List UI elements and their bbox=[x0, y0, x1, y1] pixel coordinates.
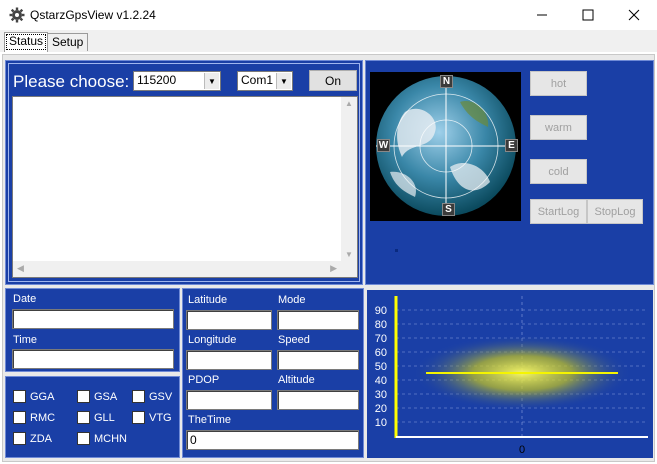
minimize-button[interactable] bbox=[519, 0, 565, 30]
gll-checkbox[interactable]: GLL bbox=[77, 411, 115, 424]
scroll-up-icon: ▲ bbox=[345, 99, 353, 108]
time-field[interactable] bbox=[12, 349, 174, 369]
gsa-checkbox[interactable]: GSA bbox=[77, 390, 117, 403]
window-title: QstarzGpsView v1.2.24 bbox=[30, 8, 156, 22]
y-tick-label: 80 bbox=[375, 319, 387, 331]
mchn-checkbox[interactable]: MCHN bbox=[77, 432, 127, 445]
latitude-label: Latitude bbox=[188, 294, 228, 306]
scroll-right-icon: ▶ bbox=[330, 263, 337, 273]
y-tick-label: 90 bbox=[375, 305, 387, 317]
stop-log-button[interactable]: StopLog bbox=[587, 199, 643, 224]
tab-strip bbox=[0, 30, 657, 52]
x-tick-label: 0 bbox=[519, 444, 525, 456]
zda-checkbox[interactable]: ZDA bbox=[13, 432, 52, 445]
y-tick-label: 40 bbox=[375, 375, 387, 387]
scroll-left-icon: ◀ bbox=[17, 263, 24, 273]
longitude-field[interactable] bbox=[186, 350, 272, 370]
on-button[interactable]: On bbox=[309, 70, 357, 91]
satellite-dot bbox=[395, 249, 398, 252]
mode-field[interactable] bbox=[277, 310, 359, 330]
start-log-button[interactable]: StartLog bbox=[530, 199, 587, 224]
gsv-checkbox[interactable]: GSV bbox=[132, 390, 172, 403]
tab-status[interactable]: Status bbox=[4, 32, 49, 52]
chevron-down-icon: ▼ bbox=[276, 73, 291, 89]
y-tick-label: 10 bbox=[375, 417, 387, 429]
longitude-label: Longitude bbox=[188, 334, 237, 346]
chevron-down-icon: ▼ bbox=[204, 73, 219, 89]
altitude-label: Altitude bbox=[278, 374, 315, 386]
port-prompt-label: Please choose: bbox=[13, 72, 130, 91]
gga-checkbox[interactable]: GGA bbox=[13, 390, 54, 403]
tab-setup[interactable]: Setup bbox=[47, 33, 89, 51]
west-marker: W bbox=[377, 139, 390, 152]
signal-chart-svg: 10 20 30 40 50 60 70 80 90 0 bbox=[367, 290, 653, 458]
scroll-down-icon: ▼ bbox=[345, 250, 353, 259]
sky-globe bbox=[376, 76, 516, 216]
south-marker: S bbox=[442, 203, 455, 216]
vtg-checkbox[interactable]: VTG bbox=[132, 411, 172, 424]
north-marker: N bbox=[440, 75, 453, 88]
sky-view: N W E S bbox=[370, 72, 521, 221]
horizontal-scrollbar[interactable]: ◀ ▶ bbox=[13, 261, 357, 277]
y-tick-label: 30 bbox=[375, 389, 387, 401]
pdop-label: PDOP bbox=[188, 374, 220, 386]
y-tick-label: 20 bbox=[375, 403, 387, 415]
com-port-select[interactable]: Com1 ▼ bbox=[237, 71, 293, 91]
latitude-field[interactable] bbox=[186, 310, 272, 330]
title-bar: QstarzGpsView v1.2.24 bbox=[0, 0, 657, 30]
hot-start-button[interactable]: hot bbox=[530, 71, 587, 96]
date-field[interactable] bbox=[12, 309, 174, 329]
mode-label: Mode bbox=[278, 294, 306, 306]
warm-start-button[interactable]: warm bbox=[530, 115, 587, 140]
y-tick-label: 70 bbox=[375, 333, 387, 345]
y-tick-label: 50 bbox=[375, 361, 387, 373]
baud-rate-select[interactable]: 115200 ▼ bbox=[133, 71, 221, 91]
gear-icon bbox=[9, 7, 25, 23]
close-button[interactable] bbox=[611, 0, 657, 30]
vertical-scrollbar[interactable]: ▲ ▼ bbox=[341, 97, 357, 261]
time-label: Time bbox=[13, 334, 38, 346]
rmc-checkbox[interactable]: RMC bbox=[13, 411, 55, 424]
cold-start-button[interactable]: cold bbox=[530, 159, 587, 184]
thetime-field[interactable]: 0 bbox=[186, 430, 359, 450]
speed-label: Speed bbox=[278, 334, 310, 346]
nmea-log-textarea[interactable]: ▲ ▼ ◀ ▶ bbox=[12, 96, 358, 278]
maximize-button[interactable] bbox=[565, 0, 611, 30]
com-port-value: Com1 bbox=[241, 73, 274, 87]
y-tick-label: 60 bbox=[375, 347, 387, 359]
thetime-label: TheTime bbox=[188, 414, 231, 426]
date-label: Date bbox=[13, 293, 37, 305]
altitude-field[interactable] bbox=[277, 390, 359, 410]
baud-rate-value: 115200 bbox=[137, 73, 177, 87]
signal-chart: 10 20 30 40 50 60 70 80 90 0 bbox=[367, 290, 653, 458]
pdop-field[interactable] bbox=[186, 390, 272, 410]
speed-field[interactable] bbox=[277, 350, 359, 370]
east-marker: E bbox=[505, 139, 518, 152]
